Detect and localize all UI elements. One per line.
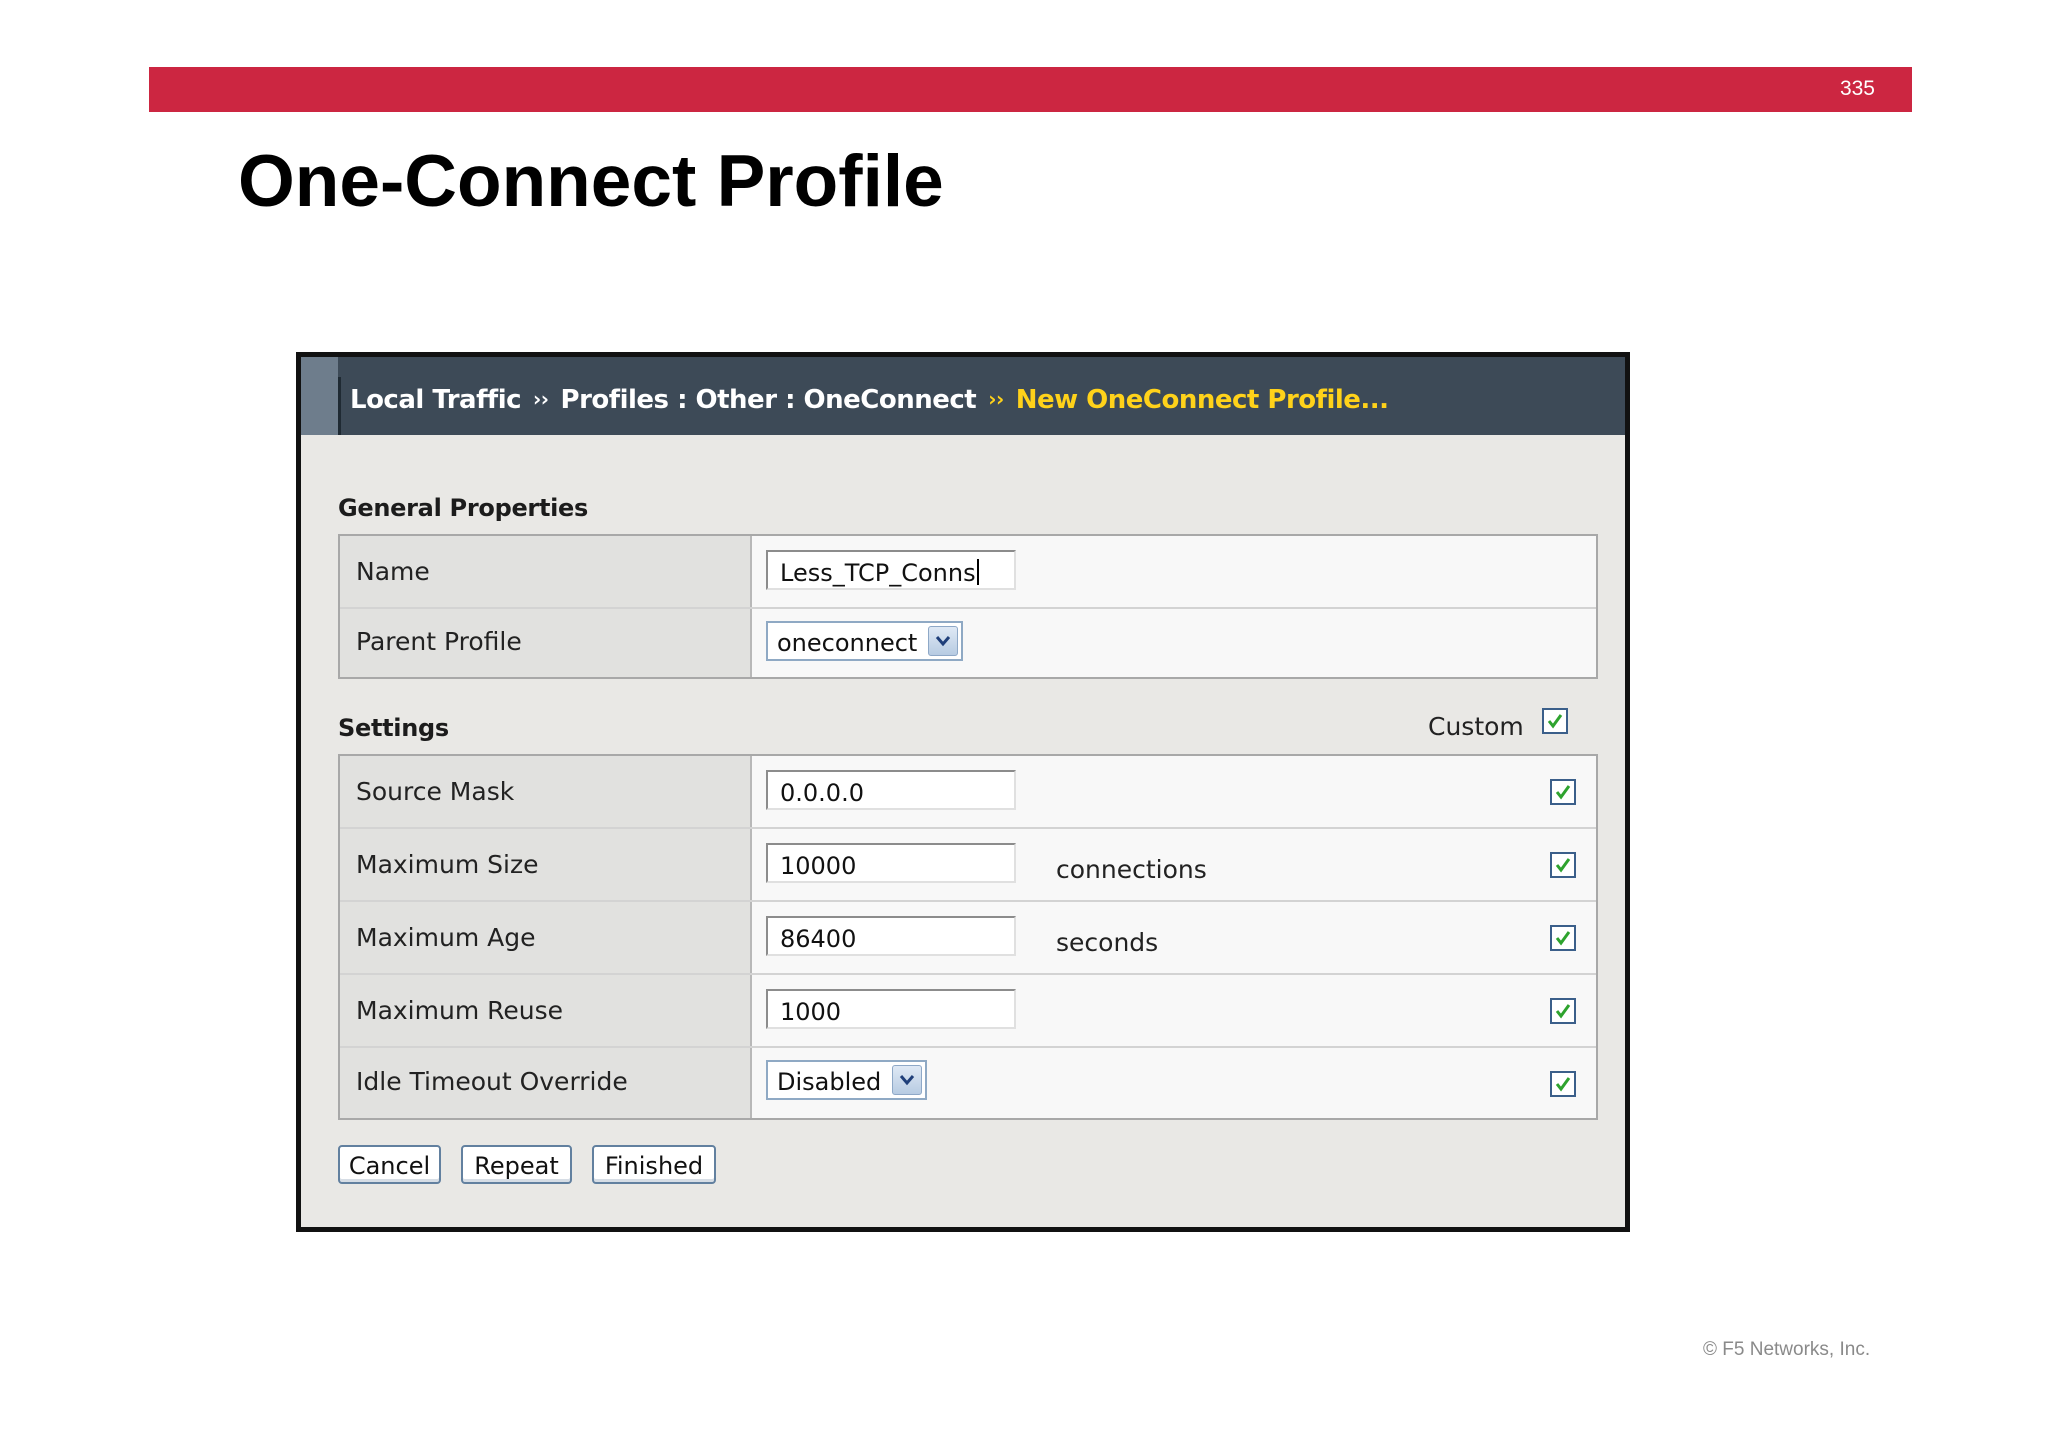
finished-button[interactable]: Finished [592, 1145, 716, 1184]
checkmark-icon [1555, 858, 1571, 873]
checkmark-icon [1555, 1004, 1571, 1019]
name-input[interactable]: Less_TCP_Conns [766, 550, 1016, 590]
checkmark-icon [1555, 931, 1571, 946]
maximum-age-input[interactable]: 86400 [766, 916, 1016, 956]
settings-table: Source Mask 0.0.0.0 Maximum Size 10000 c… [338, 754, 1598, 1120]
breadcrumb-profiles[interactable]: Profiles : Other : OneConnect [561, 385, 977, 415]
text-caret [976, 559, 979, 585]
repeat-button[interactable]: Repeat [461, 1145, 572, 1184]
parent-profile-label: Parent Profile [356, 627, 522, 656]
maximum-age-label: Maximum Age [356, 923, 536, 952]
checkmark-icon [1555, 785, 1571, 800]
breadcrumb-stub [301, 357, 338, 435]
maximum-size-checkbox[interactable] [1550, 852, 1576, 878]
source-mask-input[interactable]: 0.0.0.0 [766, 770, 1016, 810]
slide-header-bar: 335 [149, 67, 1912, 112]
slide-title: One-Connect Profile [238, 141, 944, 222]
screenshot-panel: Local Traffic ›› Profiles : Other : OneCon… [296, 352, 1630, 1232]
chevron-down-icon[interactable] [928, 626, 959, 656]
chevron-down-icon[interactable] [892, 1065, 923, 1095]
breadcrumb-current: New OneConnect Profile... [1015, 385, 1389, 415]
maximum-size-input[interactable]: 10000 [766, 843, 1016, 883]
table-row: Source Mask 0.0.0.0 [340, 756, 1596, 829]
breadcrumb: Local Traffic ›› Profiles : Other : OneCon… [301, 357, 1625, 435]
maximum-reuse-checkbox[interactable] [1550, 998, 1576, 1024]
table-row: Maximum Size 10000 connections [340, 829, 1596, 902]
copyright: © F5 Networks, Inc. [1703, 1339, 1871, 1360]
maximum-reuse-input[interactable]: 1000 [766, 989, 1016, 1029]
breadcrumb-separator: ›› [533, 387, 549, 411]
idle-timeout-select[interactable]: Disabled [766, 1060, 928, 1100]
general-properties-title: General Properties [338, 494, 589, 522]
maximum-size-label: Maximum Size [356, 850, 539, 879]
general-properties-table: Name Less_TCP_Conns Parent Profile oneco… [338, 534, 1598, 679]
custom-checkbox[interactable] [1542, 708, 1568, 734]
source-mask-checkbox[interactable] [1550, 779, 1576, 805]
table-row: Parent Profile oneconnect [340, 609, 1596, 677]
table-row: Maximum Age 86400 seconds [340, 902, 1596, 975]
breadcrumb-separator: ›› [988, 387, 1004, 411]
cancel-button[interactable]: Cancel [338, 1145, 441, 1184]
maximum-age-checkbox[interactable] [1550, 925, 1576, 951]
maximum-age-unit: seconds [1056, 928, 1159, 957]
idle-timeout-label: Idle Timeout Override [356, 1067, 628, 1096]
table-row: Maximum Reuse 1000 [340, 975, 1596, 1048]
table-row: Name Less_TCP_Conns [340, 536, 1596, 609]
page-number: 335 [1839, 77, 1875, 100]
breadcrumb-trail: Local Traffic ›› Profiles : Other : OneCon… [350, 385, 1389, 415]
idle-timeout-checkbox[interactable] [1550, 1071, 1576, 1097]
source-mask-label: Source Mask [356, 777, 515, 806]
checkmark-icon [1555, 1077, 1571, 1092]
maximum-size-unit: connections [1056, 855, 1207, 884]
settings-title: Settings [338, 714, 449, 742]
breadcrumb-local-traffic[interactable]: Local Traffic [350, 385, 522, 415]
breadcrumb-divider [338, 377, 341, 435]
maximum-reuse-label: Maximum Reuse [356, 996, 564, 1025]
name-label: Name [356, 557, 430, 586]
custom-label: Custom [1428, 712, 1524, 741]
checkmark-icon [1547, 714, 1563, 729]
parent-profile-select[interactable]: oneconnect [766, 621, 964, 661]
table-row: Idle Timeout Override Disabled [340, 1048, 1596, 1118]
